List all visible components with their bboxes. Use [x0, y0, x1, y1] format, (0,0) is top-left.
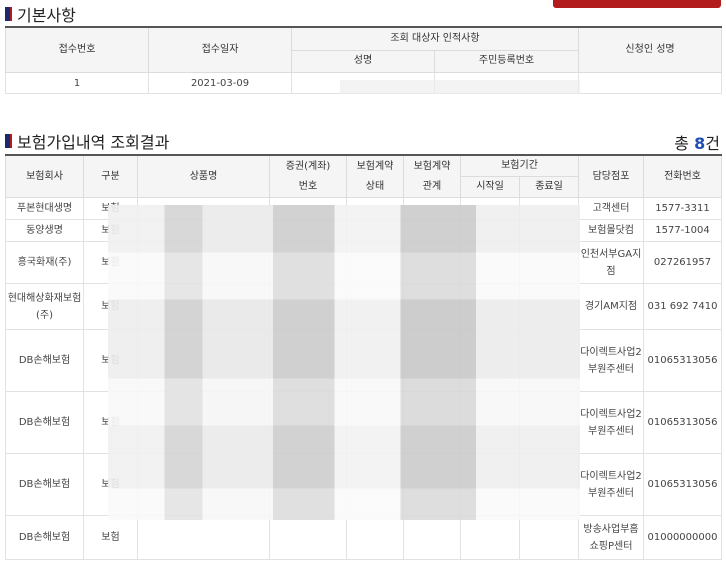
- cell-phone: 027261957: [643, 241, 722, 284]
- cell-company: 동양생명: [5, 219, 84, 242]
- cell-receipt-no: 1: [5, 72, 149, 94]
- header-end: 종료일: [519, 176, 579, 198]
- header-period: 보험기간: [460, 154, 579, 177]
- cell-company: 푸본현대생명: [5, 197, 84, 220]
- cell-branch: 인천서부GA지점: [578, 241, 644, 284]
- redaction-blur: [340, 80, 580, 94]
- header-phone: 전화번호: [643, 154, 722, 198]
- cell-company: DB손해보험: [5, 329, 84, 392]
- redaction-mosaic: [108, 205, 580, 520]
- header-relation: 보험계약 관계: [403, 154, 461, 198]
- header-receipt-no: 접수번호: [5, 26, 149, 73]
- header-name: 성명: [291, 49, 435, 74]
- header-target: 조회 대상자 인적사항: [290, 26, 580, 51]
- header-policy-no: 증권(계좌) 번호: [269, 154, 347, 198]
- cell-phone: 031 692 7410: [643, 283, 722, 330]
- header-company: 보험회사: [5, 154, 84, 198]
- cell-applicant-redacted: [578, 72, 723, 94]
- cell-phone: 1577-3311: [643, 197, 722, 220]
- title-marker-icon: [5, 7, 12, 21]
- cell-company: 흥국화재(주): [5, 241, 84, 284]
- cell-branch: 다이렉트사업2부원주센터: [578, 329, 644, 392]
- cell-branch: 다이렉트사업2부원주센터: [578, 453, 644, 516]
- cell-receipt-date: 2021-03-09: [148, 72, 292, 94]
- cell-branch: 방송사업부홈쇼핑P센터: [578, 515, 644, 560]
- header-receipt-date: 접수일자: [148, 26, 292, 73]
- result-section-title: 보험가입내역 조회결과: [5, 129, 169, 153]
- header-branch: 담당점포: [578, 154, 644, 198]
- table-row: DB손해보험 보험 방송사업부홈쇼핑P센터 01000000000: [5, 515, 722, 560]
- cell-company: DB손해보험: [5, 453, 84, 516]
- cell-company: DB손해보험: [5, 515, 84, 560]
- cell-branch: 보험몰닷컴: [578, 219, 644, 242]
- header-rrn: 주민등록번호: [433, 49, 580, 74]
- cell-company: DB손해보험: [5, 391, 84, 454]
- header-start: 시작일: [460, 176, 520, 198]
- cell-company: 현대해상화재보험(주): [5, 283, 84, 330]
- cell-branch: 다이렉트사업2부원주센터: [578, 391, 644, 454]
- top-action-button[interactable]: [553, 0, 721, 8]
- cell-phone: 01065313056: [643, 329, 722, 392]
- cell-phone: 01065313056: [643, 453, 722, 516]
- header-status: 보험계약 상태: [346, 154, 404, 198]
- cell-branch: 경기AM지점: [578, 283, 644, 330]
- result-count: 총 8건: [674, 134, 720, 153]
- cell-branch: 고객센터: [578, 197, 644, 220]
- cell-phone: 01000000000: [643, 515, 722, 560]
- basic-section-title: 기본사항: [5, 2, 76, 26]
- header-category: 구분: [83, 154, 138, 198]
- cell-phone: 01065313056: [643, 391, 722, 454]
- title-marker-icon: [5, 134, 12, 148]
- header-applicant: 신청인 성명: [578, 26, 723, 73]
- cell-category: 보험: [83, 515, 138, 560]
- header-product: 상품명: [137, 154, 270, 198]
- cell-phone: 1577-1004: [643, 219, 722, 242]
